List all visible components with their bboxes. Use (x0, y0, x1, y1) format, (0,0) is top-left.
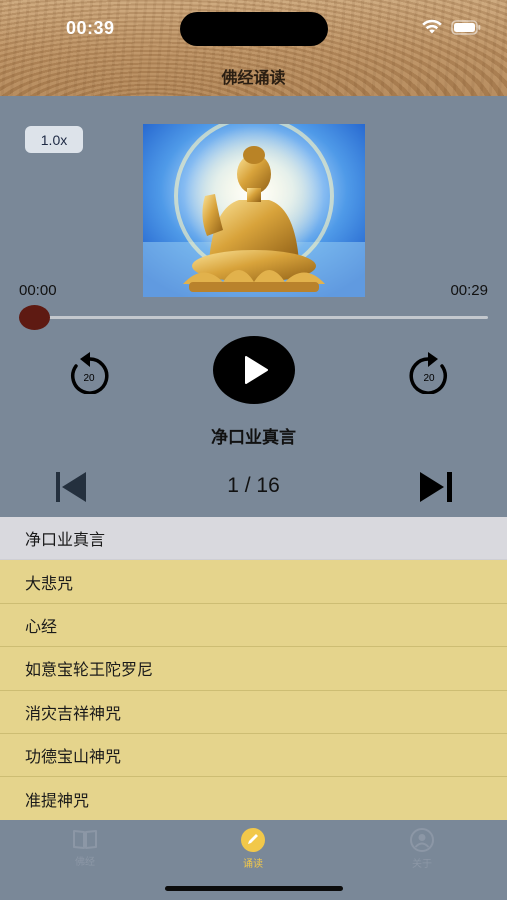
wifi-icon (422, 19, 442, 34)
total-time: 00:29 (450, 282, 488, 299)
page-title: 佛经诵读 (221, 68, 286, 87)
current-time: 00:00 (19, 282, 57, 299)
buddha-image (143, 124, 365, 297)
status-time: 00:39 (66, 18, 115, 38)
track-title: 净口业真言 (211, 428, 296, 448)
book-icon (73, 830, 97, 849)
list-item[interactable]: 消灾吉祥神咒 (0, 690, 507, 734)
skip-forward-button[interactable]: 20 (404, 348, 454, 395)
next-track-button[interactable] (418, 470, 454, 504)
skip-next-icon (420, 472, 452, 502)
list-item[interactable]: 净口业真言 (0, 517, 507, 561)
forward-20-icon: 20 (409, 352, 447, 395)
list-item[interactable]: 大悲咒 (0, 560, 507, 604)
skip-forward-seconds: 20 (423, 373, 435, 384)
tab-sutras[interactable]: 佛经 (40, 828, 130, 868)
dynamic-island (180, 12, 328, 46)
tab-label: 佛经 (75, 857, 95, 868)
nav-header: 00:39 佛经诵读 (0, 0, 507, 96)
seek-bar[interactable] (20, 316, 488, 319)
tab-about[interactable]: 关于 (377, 828, 467, 870)
tab-recite[interactable]: 诵读 (208, 828, 298, 870)
player-panel: 1.0x 00:00 00:29 20 20 净口业真言 1 / 16 (0, 96, 507, 517)
play-button[interactable] (213, 336, 295, 404)
pencil-icon (241, 828, 265, 852)
battery-icon (451, 19, 481, 35)
track-list: 净口业真言 大悲咒 心经 如意宝轮王陀罗尼 消灾吉祥神咒 功德宝山神咒 准提神咒 (0, 517, 507, 820)
tab-label: 关于 (412, 859, 432, 870)
list-item[interactable]: 准提神咒 (0, 777, 507, 820)
play-icon (245, 356, 268, 384)
seek-thumb[interactable] (19, 305, 50, 330)
home-indicator (165, 886, 343, 891)
list-item[interactable]: 如意宝轮王陀罗尼 (0, 647, 507, 691)
skip-back-seconds: 20 (83, 373, 95, 384)
tab-label: 诵读 (243, 859, 263, 870)
status-icons (421, 19, 481, 35)
cover-image (143, 124, 365, 297)
rewind-20-icon: 20 (71, 352, 109, 395)
list-item[interactable]: 心经 (0, 603, 507, 648)
person-icon (410, 828, 434, 852)
speed-button[interactable]: 1.0x (25, 126, 83, 153)
list-item[interactable]: 功德宝山神咒 (0, 733, 507, 778)
skip-back-button[interactable]: 20 (64, 348, 114, 395)
